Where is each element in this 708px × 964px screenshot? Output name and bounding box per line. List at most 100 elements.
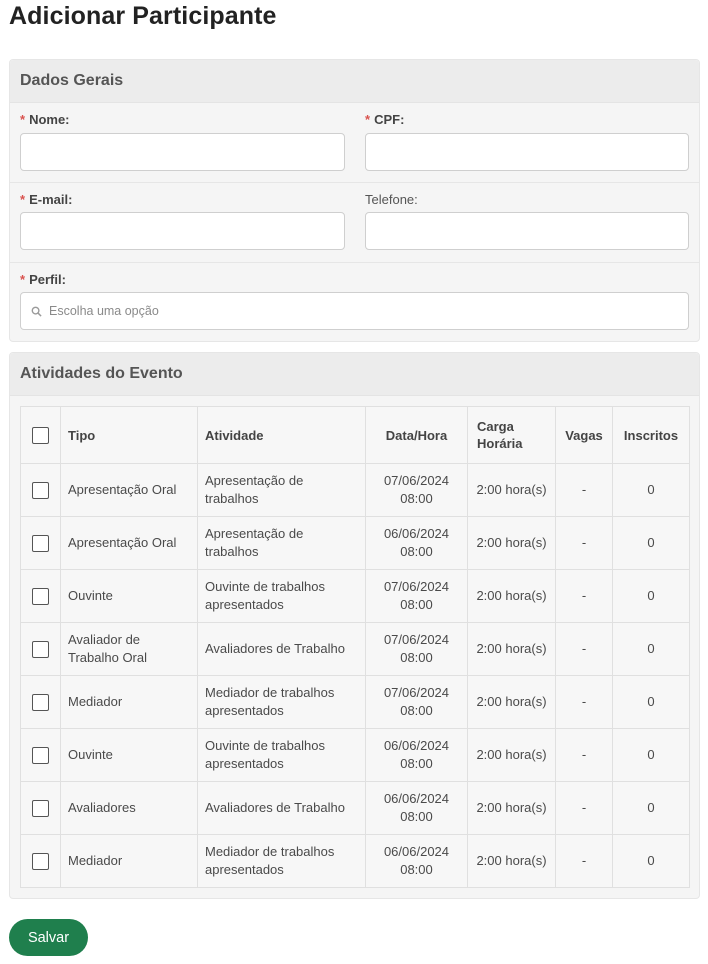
nome-label-text: Nome: [29,112,70,127]
cell-data: 06/06/2024 [383,844,450,859]
email-input[interactable] [20,212,345,250]
cell-atividade: Ouvinte de trabalhos apresentados [197,728,366,782]
perfil-select[interactable]: Escolha uma opção [20,292,689,330]
cell-vagas: - [555,675,613,729]
cell-data-hora: 07/06/2024 08:00 [365,463,468,517]
cpf-input[interactable] [365,133,689,171]
cell-inscritos: 0 [612,834,690,888]
cell-tipo: Mediador [60,675,198,729]
cell-hora: 08:00 [400,862,433,877]
cell-vagas: - [555,516,613,570]
row-checkbox[interactable] [32,482,49,500]
perfil-label-text: Perfil: [29,272,66,287]
cell-tipo: Apresentação Oral [60,463,198,517]
row-select-cell [20,622,61,676]
cell-vagas: - [555,728,613,782]
page-title: Adicionar Participante [9,2,277,30]
cell-hora: 08:00 [400,491,433,506]
cell-data-hora: 06/06/2024 08:00 [365,728,468,782]
table-row[interactable]: Avaliador de Trabalho Oral Avaliadores de… [20,622,690,676]
nome-label: * Nome: [20,111,70,129]
column-header-tipo[interactable]: Tipo [60,406,198,464]
required-marker: * [20,272,26,287]
row-checkbox[interactable] [32,588,49,606]
row-checkbox[interactable] [32,694,49,712]
select-all-cell [20,406,61,464]
cell-inscritos: 0 [612,569,690,623]
cell-hora: 08:00 [400,597,433,612]
cell-hora: 08:00 [400,703,433,718]
row-select-cell [20,834,61,888]
cell-hora: 08:00 [400,650,433,665]
row-select-cell [20,675,61,729]
table-row[interactable]: Ouvinte Ouvinte de trabalhos apresentados… [20,728,690,782]
search-icon [31,306,42,317]
cell-inscritos: 0 [612,463,690,517]
cell-hora: 08:00 [400,809,433,824]
cell-atividade: Apresentação de trabalhos [197,463,366,517]
select-all-checkbox[interactable] [32,426,49,444]
cell-atividade: Avaliadores de Trabalho [197,622,366,676]
row-select-cell [20,516,61,570]
cell-hora: 08:00 [400,544,433,559]
cell-data: 06/06/2024 [383,526,450,541]
table-row[interactable]: Apresentação Oral Apresentação de trabalh… [20,516,690,570]
dados-gerais-header: Dados Gerais [10,60,699,103]
cell-carga-horaria: 2:00 hora(s) [467,622,556,676]
nome-input[interactable] [20,133,345,171]
cell-vagas: - [555,622,613,676]
cell-data-hora: 06/06/2024 08:00 [365,516,468,570]
cpf-label: * CPF: [365,111,404,129]
cell-data: 07/06/2024 [383,579,450,594]
cell-atividade: Mediador de trabalhos apresentados [197,675,366,729]
telefone-label: Telefone: [365,191,418,209]
cell-carga-horaria: 2:00 hora(s) [467,569,556,623]
cell-carga-horaria: 2:00 hora(s) [467,834,556,888]
row-select-cell [20,463,61,517]
cell-tipo: Mediador [60,834,198,888]
row-select-cell [20,569,61,623]
required-marker: * [365,112,371,127]
column-header-vagas[interactable]: Vagas [555,406,613,464]
required-marker: * [20,192,26,207]
row-checkbox[interactable] [32,800,49,818]
row-checkbox[interactable] [32,853,49,871]
cell-carga-horaria: 2:00 hora(s) [467,463,556,517]
row-checkbox[interactable] [32,641,49,659]
atividades-panel: Atividades do Evento Tipo Atividade Data… [9,352,700,899]
cell-data: 06/06/2024 [383,791,450,806]
cell-carga-horaria: 2:00 hora(s) [467,781,556,835]
cell-data: 07/06/2024 [383,473,450,488]
cell-atividade: Mediador de trabalhos apresentados [197,834,366,888]
cell-atividade: Apresentação de trabalhos [197,516,366,570]
table-row[interactable]: Avaliadores Avaliadores de Trabalho 06/06/… [20,781,690,835]
row-checkbox[interactable] [32,747,49,765]
table-row[interactable]: Apresentação Oral Apresentação de trabalh… [20,463,690,517]
cell-hora: 08:00 [400,756,433,771]
save-button[interactable]: Salvar [9,919,88,956]
cell-inscritos: 0 [612,728,690,782]
cell-vagas: - [555,569,613,623]
cell-tipo: Apresentação Oral [60,516,198,570]
cell-vagas: - [555,781,613,835]
cell-data-hora: 06/06/2024 08:00 [365,834,468,888]
row-select-cell [20,781,61,835]
atividades-table-body: Apresentação Oral Apresentação de trabalh… [20,463,690,888]
column-header-data-hora[interactable]: Data/Hora [365,406,468,464]
cell-tipo: Avaliador de Trabalho Oral [60,622,198,676]
table-row[interactable]: Ouvinte Ouvinte de trabalhos apresentados… [20,569,690,623]
table-row[interactable]: Mediador Mediador de trabalhos apresentad… [20,834,690,888]
row-checkbox[interactable] [32,535,49,553]
column-header-inscritos[interactable]: Inscritos [612,406,690,464]
cell-atividade: Avaliadores de Trabalho [197,781,366,835]
column-header-atividade[interactable]: Atividade [197,406,366,464]
cell-data-hora: 07/06/2024 08:00 [365,675,468,729]
cell-tipo: Ouvinte [60,569,198,623]
column-header-carga-horaria[interactable]: Carga Horária [467,406,556,464]
cell-data-hora: 06/06/2024 08:00 [365,781,468,835]
cpf-label-text: CPF: [374,112,405,127]
telefone-input[interactable] [365,212,689,250]
table-row[interactable]: Mediador Mediador de trabalhos apresentad… [20,675,690,729]
cell-inscritos: 0 [612,675,690,729]
dados-gerais-panel: Dados Gerais * Nome: * CPF: * E-mail: Telef… [9,59,700,342]
